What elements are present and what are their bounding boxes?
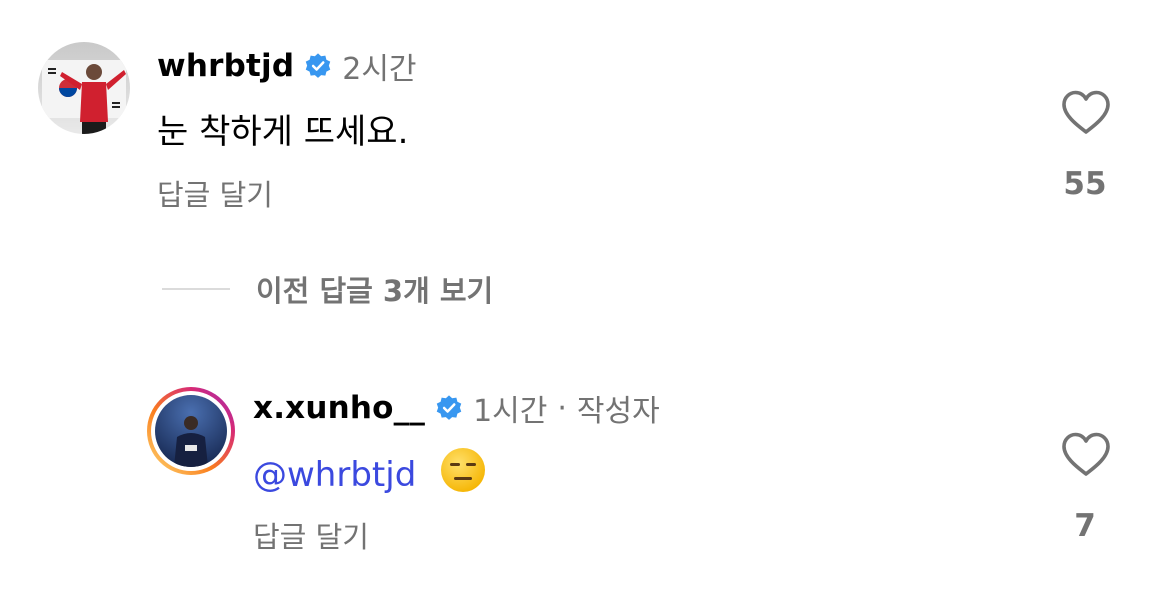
timestamp: 2시간 <box>342 52 417 87</box>
like-count: 55 <box>1063 166 1107 202</box>
comment-whrbtjd: whrbtjd 2시간 눈 착하게 뜨세요. 답글 달기 55 <box>0 0 1170 230</box>
reply-header: x.xunho__ 1시간 · 작성자 <box>253 386 660 430</box>
avatar-story-ring[interactable] <box>145 385 237 477</box>
expressionless-face-icon <box>439 446 487 503</box>
like-button[interactable] <box>1060 89 1112 139</box>
like-count: 7 <box>1074 508 1096 544</box>
view-replies-label[interactable]: 이전 답글 3개 보기 <box>256 268 493 310</box>
heart-icon <box>1062 90 1110 134</box>
comment-header: whrbtjd 2시간 <box>157 44 417 88</box>
author-badge: 작성자 <box>576 394 660 429</box>
mention-link[interactable]: @whrbtjd <box>253 455 416 495</box>
separator-dot: · <box>557 390 567 426</box>
heart-icon <box>1062 432 1110 476</box>
username[interactable]: whrbtjd <box>157 48 294 84</box>
reply-x-xunho: x.xunho__ 1시간 · 작성자 @whrbtjd 답글 달기 7 <box>0 370 1170 596</box>
avatar-photo-icon <box>147 387 235 475</box>
timestamp: 1시간 <box>473 394 548 429</box>
verified-badge-icon <box>435 394 463 422</box>
avatar[interactable] <box>38 42 130 134</box>
reply-text: @whrbtjd <box>253 446 487 503</box>
view-previous-replies[interactable]: 이전 답글 3개 보기 <box>162 268 493 310</box>
username[interactable]: x.xunho__ <box>253 390 425 426</box>
comment-text: 눈 착하게 뜨세요. <box>157 112 409 152</box>
avatar-photo-icon <box>38 42 130 134</box>
verified-badge-icon <box>304 52 332 80</box>
thread-line <box>162 288 230 290</box>
like-button[interactable] <box>1060 431 1112 481</box>
reply-button[interactable]: 답글 달기 <box>157 172 273 214</box>
reply-button[interactable]: 답글 달기 <box>253 514 369 556</box>
